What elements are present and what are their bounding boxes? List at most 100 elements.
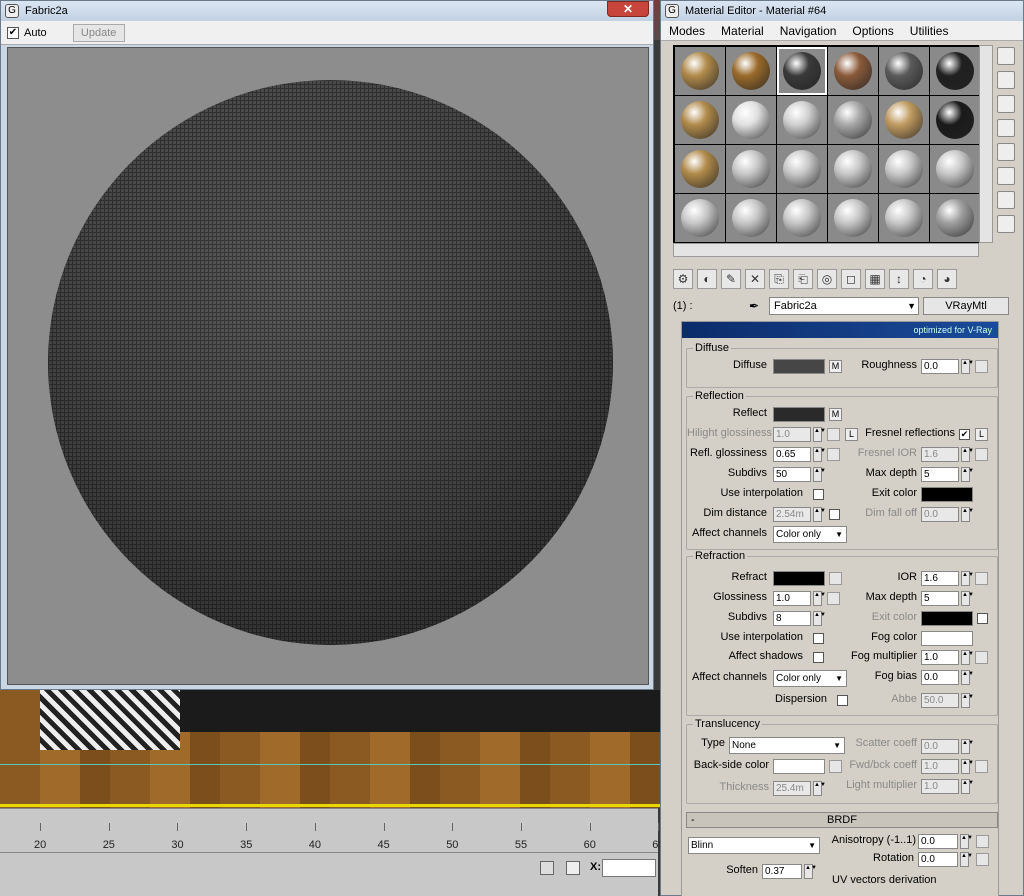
diffuse-map-button[interactable]: M bbox=[829, 360, 842, 373]
material-slot[interactable] bbox=[828, 194, 878, 242]
material-slot[interactable] bbox=[726, 145, 776, 193]
refract-color-swatch[interactable] bbox=[773, 571, 825, 586]
material-slot[interactable] bbox=[726, 96, 776, 144]
roughness-field[interactable]: 0.0 bbox=[921, 359, 959, 374]
material-slot[interactable] bbox=[930, 145, 980, 193]
toolbar-button[interactable]: ◐ bbox=[697, 269, 717, 289]
toolbar-button[interactable]: ◻ bbox=[841, 269, 861, 289]
refr-exit-color-swatch[interactable] bbox=[921, 611, 973, 626]
fresnel-ior-map-button[interactable] bbox=[975, 448, 988, 461]
refr-use-interp-checkbox[interactable] bbox=[813, 633, 824, 644]
toolbar-button[interactable]: ◕ bbox=[937, 269, 957, 289]
thickness-spinner[interactable]: ▲▼ bbox=[813, 781, 826, 796]
dim-distance-spinner[interactable]: ▲▼ bbox=[813, 507, 826, 522]
fog-mult-spinner[interactable]: ▲▼ bbox=[961, 650, 974, 665]
material-slot[interactable] bbox=[675, 145, 725, 193]
menu-options[interactable]: Options bbox=[844, 24, 901, 38]
material-slot[interactable] bbox=[675, 194, 725, 242]
material-slot[interactable] bbox=[879, 47, 929, 95]
material-slot[interactable] bbox=[930, 96, 980, 144]
refr-subdivs-spinner[interactable]: ▲▼ bbox=[813, 611, 826, 626]
timeline-ruler[interactable]: 20 25 30 35 40 45 50 55 60 65 bbox=[0, 823, 665, 853]
material-slot[interactable] bbox=[777, 96, 827, 144]
sample-slots-grid[interactable] bbox=[673, 45, 980, 243]
material-slot[interactable] bbox=[726, 47, 776, 95]
fog-color-swatch[interactable] bbox=[921, 631, 973, 646]
material-slot[interactable] bbox=[675, 96, 725, 144]
refl-max-depth-spinner[interactable]: ▲▼ bbox=[961, 467, 974, 482]
refr-max-depth-field[interactable]: 5 bbox=[921, 591, 959, 606]
fwdbck-field[interactable]: 1.0 bbox=[921, 759, 959, 774]
brdf-rollout-header[interactable]: - BRDF bbox=[686, 812, 998, 828]
refl-exit-color-swatch[interactable] bbox=[921, 487, 973, 502]
material-slot[interactable] bbox=[930, 47, 980, 95]
material-slot[interactable] bbox=[879, 194, 929, 242]
refr-exit-color-checkbox[interactable] bbox=[977, 613, 988, 624]
fresnel-ior-spinner[interactable]: ▲▼ bbox=[961, 447, 974, 462]
abbe-spinner[interactable]: ▲▼ bbox=[961, 693, 974, 708]
refl-subdivs-spinner[interactable]: ▲▼ bbox=[813, 467, 826, 482]
render-window-titlebar[interactable]: G Fabric2a ✕ bbox=[1, 1, 653, 21]
toolbar-button[interactable]: ↕ bbox=[889, 269, 909, 289]
uv-tiling-icon[interactable] bbox=[997, 119, 1015, 137]
hilight-gloss-map-button[interactable] bbox=[827, 428, 840, 441]
material-slot[interactable] bbox=[777, 47, 827, 95]
fog-bias-field[interactable]: 0.0 bbox=[921, 670, 959, 685]
select-by-material-icon[interactable] bbox=[997, 215, 1015, 233]
video-check-icon[interactable] bbox=[997, 143, 1015, 161]
diffuse-color-swatch[interactable] bbox=[773, 359, 825, 374]
x-coordinate-field[interactable] bbox=[602, 859, 656, 877]
soften-spinner[interactable]: ▲▼ bbox=[804, 864, 817, 879]
options-icon[interactable] bbox=[997, 191, 1015, 209]
menu-modes[interactable]: Modes bbox=[661, 24, 713, 38]
material-type-button[interactable]: VRayMtl bbox=[923, 297, 1009, 315]
anisotropy-map-button[interactable] bbox=[976, 835, 989, 848]
trans-type-dropdown[interactable]: None ▼ bbox=[729, 737, 845, 754]
material-slot[interactable] bbox=[777, 194, 827, 242]
toolbar-button[interactable]: ▦ bbox=[865, 269, 885, 289]
anisotropy-spinner[interactable]: ▲▼ bbox=[960, 834, 973, 849]
fog-bias-spinner[interactable]: ▲▼ bbox=[961, 670, 974, 685]
hilight-gloss-spinner[interactable]: ▲▼ bbox=[813, 427, 826, 442]
refl-gloss-spinner[interactable]: ▲▼ bbox=[813, 447, 826, 462]
roughness-map-button[interactable] bbox=[975, 360, 988, 373]
anisotropy-field[interactable]: 0.0 bbox=[918, 834, 958, 849]
material-name-field[interactable]: Fabric2a ▼ bbox=[769, 297, 919, 315]
scatter-spinner[interactable]: ▲▼ bbox=[961, 739, 974, 754]
thickness-field[interactable]: 25.4m bbox=[773, 781, 811, 796]
backside-map-button[interactable] bbox=[829, 760, 842, 773]
material-slot[interactable] bbox=[930, 194, 980, 242]
material-slot[interactable] bbox=[675, 47, 725, 95]
fog-mult-map-button[interactable] bbox=[975, 651, 988, 664]
material-editor-titlebar[interactable]: G Material Editor - Material #64 bbox=[661, 1, 1023, 21]
fresnel-lock-button[interactable]: L bbox=[975, 428, 988, 441]
menu-utilities[interactable]: Utilities bbox=[902, 24, 957, 38]
material-slot[interactable] bbox=[777, 145, 827, 193]
timeline[interactable]: 20 25 30 35 40 45 50 55 60 65 X: bbox=[0, 808, 665, 896]
reflect-color-swatch[interactable] bbox=[773, 407, 825, 422]
material-slot[interactable] bbox=[879, 145, 929, 193]
make-preview-icon[interactable] bbox=[997, 167, 1015, 185]
backside-color-swatch[interactable] bbox=[773, 759, 825, 774]
toolbar-button[interactable]: ◎ bbox=[817, 269, 837, 289]
refr-affect-channels-dropdown[interactable]: Color only ▼ bbox=[773, 670, 847, 687]
fresnel-checkbox[interactable]: ✔ bbox=[959, 429, 970, 440]
eyedropper-icon[interactable]: ✒ bbox=[749, 299, 759, 313]
menu-material[interactable]: Material bbox=[713, 24, 772, 38]
ior-field[interactable]: 1.6 bbox=[921, 571, 959, 586]
refl-subdivs-field[interactable]: 50 bbox=[773, 467, 811, 482]
refr-max-depth-spinner[interactable]: ▲▼ bbox=[961, 591, 974, 606]
refract-map-button[interactable] bbox=[829, 572, 842, 585]
slots-vertical-scrollbar[interactable] bbox=[979, 45, 993, 243]
fwdbck-map-button[interactable] bbox=[975, 760, 988, 773]
rotation-field[interactable]: 0.0 bbox=[918, 852, 958, 867]
abbe-field[interactable]: 50.0 bbox=[921, 693, 959, 708]
refr-subdivs-field[interactable]: 8 bbox=[773, 611, 811, 626]
brdf-type-dropdown[interactable]: Blinn ▼ bbox=[688, 837, 820, 854]
toolbar-button[interactable]: ⎘ bbox=[769, 269, 789, 289]
refr-gloss-map-button[interactable] bbox=[827, 592, 840, 605]
scatter-field[interactable]: 0.0 bbox=[921, 739, 959, 754]
toolbar-button[interactable]: ⚙ bbox=[673, 269, 693, 289]
ior-map-button[interactable] bbox=[975, 572, 988, 585]
toolbar-button[interactable]: ⎗ bbox=[793, 269, 813, 289]
